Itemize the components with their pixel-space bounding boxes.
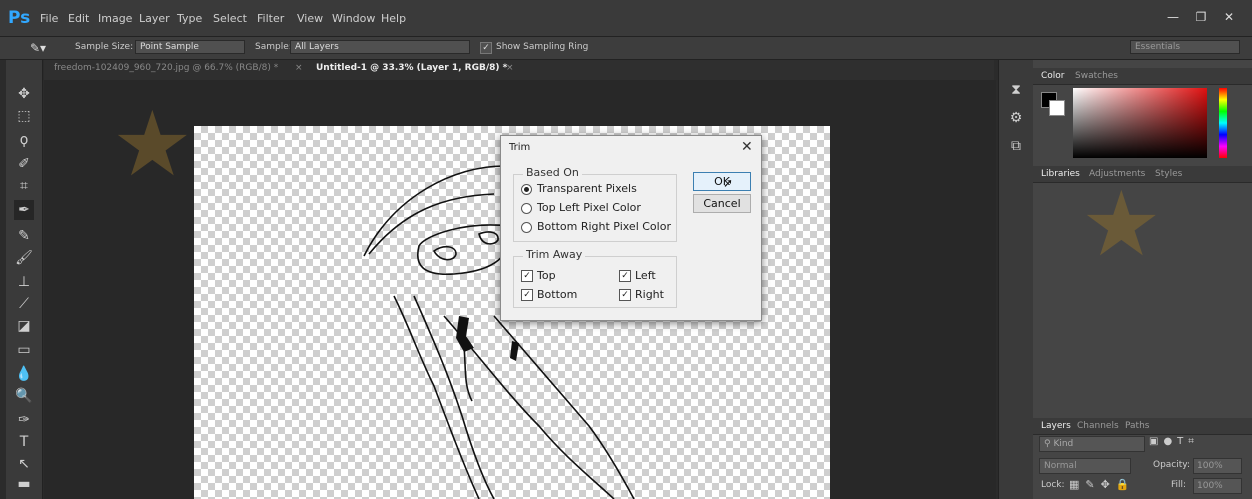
tab-paths[interactable]: Paths xyxy=(1125,421,1149,431)
healing-brush-icon[interactable]: ✎ xyxy=(14,226,34,246)
show-ring-label: Show Sampling Ring xyxy=(496,42,589,52)
crop-tool-icon[interactable]: ⌗ xyxy=(14,176,34,196)
radio-label[interactable]: Top Left Pixel Color xyxy=(537,201,641,214)
lock-label: Lock: xyxy=(1041,480,1065,490)
tab-close-icon[interactable]: × xyxy=(295,63,303,73)
sample-label: Sample: xyxy=(255,42,292,52)
workspace-select[interactable]: Essentials xyxy=(1130,40,1240,54)
photoshop-logo: Ps xyxy=(8,8,31,28)
brush-presets-icon[interactable]: ⧉ xyxy=(1006,136,1026,156)
checkbox-left[interactable]: ✓ xyxy=(619,270,631,282)
checkbox-right[interactable]: ✓ xyxy=(619,289,631,301)
tab-layers[interactable]: Layers xyxy=(1041,421,1071,431)
clone-stamp-icon[interactable]: ⊥ xyxy=(14,272,34,292)
tab-close-icon[interactable]: × xyxy=(506,63,514,73)
tab-untitled-1[interactable]: Untitled-1 @ 33.3% (Layer 1, RGB/8) * xyxy=(316,63,507,73)
radio-top-left-color[interactable] xyxy=(521,203,532,214)
eyedropper-tool-icon[interactable]: ✒ xyxy=(14,200,34,220)
menu-bar: Ps File Edit Image Layer Type Select Fil… xyxy=(0,0,1252,37)
menu-help[interactable]: Help xyxy=(381,12,406,25)
blur-tool-icon[interactable]: 💧 xyxy=(14,364,34,384)
menu-edit[interactable]: Edit xyxy=(68,12,89,25)
hue-slider[interactable] xyxy=(1219,88,1227,158)
radio-label[interactable]: Transparent Pixels xyxy=(537,182,637,195)
checkbox-label[interactable]: Top xyxy=(537,269,556,282)
tools-panel: ✥ ⬚ ϙ ✐ ⌗ ✒ ✎ 🖌 ⊥ ⟋ ◪ ▭ 💧 🔍 ✑ T ↖ ▬ xyxy=(6,60,43,499)
radio-bottom-right-color[interactable] xyxy=(521,222,532,233)
checkbox-label[interactable]: Right xyxy=(635,288,664,301)
fill-field[interactable]: 100% xyxy=(1193,478,1242,494)
kind-label: Kind xyxy=(1053,439,1074,449)
based-on-title: Based On xyxy=(523,166,582,179)
ok-button[interactable]: OK xyxy=(693,172,751,191)
trim-dialog: Trim ✕ Based On Transparent Pixels Top L… xyxy=(500,135,762,321)
sample-size-select[interactable]: Point Sample xyxy=(135,40,245,54)
tab-freedom-jpg[interactable]: freedom-102409_960_720.jpg @ 66.7% (RGB/… xyxy=(54,63,278,73)
layers-panel-header: Layers Channels Paths xyxy=(1033,418,1252,435)
color-spectrum[interactable] xyxy=(1073,88,1207,158)
options-bar: ✎▾ Sample Size: Point Sample Sample: All… xyxy=(0,37,1252,60)
tab-swatches[interactable]: Swatches xyxy=(1075,71,1118,81)
menu-type[interactable]: Type xyxy=(177,12,202,25)
restore-button[interactable]: ❐ xyxy=(1188,8,1214,26)
star-watermark-icon: ★ xyxy=(1081,172,1162,277)
eraser-tool-icon[interactable]: ◪ xyxy=(14,316,34,336)
menu-select[interactable]: Select xyxy=(213,12,247,25)
menu-window[interactable]: Window xyxy=(332,12,375,25)
minimize-button[interactable]: — xyxy=(1160,8,1186,26)
sample-select[interactable]: All Layers xyxy=(290,40,470,54)
properties-panel-icon[interactable]: ⚙ xyxy=(1006,108,1026,128)
tab-libraries[interactable]: Libraries xyxy=(1041,169,1080,179)
color-panel-header: Color Swatches xyxy=(1033,68,1252,85)
lock-icons[interactable]: ▦✎✥🔒 xyxy=(1069,478,1136,491)
close-icon[interactable]: ✕ xyxy=(741,139,753,155)
history-brush-icon[interactable]: ⟋ xyxy=(14,294,34,314)
close-window-button[interactable]: ✕ xyxy=(1216,8,1242,26)
checkbox-top[interactable]: ✓ xyxy=(521,270,533,282)
right-panels: Color Swatches Libraries Adjustments Sty… xyxy=(1033,60,1252,499)
dialog-title: Trim xyxy=(509,142,531,153)
type-tool-icon[interactable]: T xyxy=(14,432,34,452)
fill-label: Fill: xyxy=(1171,480,1187,490)
path-select-icon[interactable]: ↖ xyxy=(14,454,34,474)
radio-label[interactable]: Bottom Right Pixel Color xyxy=(537,220,671,233)
menu-layer[interactable]: Layer xyxy=(139,12,170,25)
radio-transparent-pixels[interactable] xyxy=(521,184,532,195)
gradient-tool-icon[interactable]: ▭ xyxy=(14,340,34,360)
menu-file[interactable]: File xyxy=(40,12,58,25)
tab-color[interactable]: Color xyxy=(1041,71,1065,81)
checkbox-label[interactable]: Left xyxy=(635,269,656,282)
menu-image[interactable]: Image xyxy=(98,12,132,25)
show-ring-checkbox[interactable]: ✓ xyxy=(480,42,492,54)
sample-size-label: Sample Size: xyxy=(75,42,134,52)
layer-kind-filter[interactable]: ⚲ Kind xyxy=(1039,436,1145,452)
dodge-tool-icon[interactable]: 🔍 xyxy=(14,386,34,406)
opacity-label: Opacity: xyxy=(1153,460,1190,470)
blend-mode-select[interactable]: Normal xyxy=(1039,458,1131,474)
background-swatch[interactable] xyxy=(1049,100,1065,116)
document-tabs: freedom-102409_960_720.jpg @ 66.7% (RGB/… xyxy=(44,60,994,80)
menu-view[interactable]: View xyxy=(297,12,323,25)
history-panel-icon[interactable]: ⧗ xyxy=(1006,80,1026,100)
lasso-tool-icon[interactable]: ϙ xyxy=(14,130,34,150)
marquee-tool-icon[interactable]: ⬚ xyxy=(14,106,34,126)
trim-away-title: Trim Away xyxy=(523,248,586,261)
cursor-icon: ➚ xyxy=(723,176,734,190)
star-watermark-icon: ★ xyxy=(112,92,193,197)
eyedropper-icon[interactable]: ✎▾ xyxy=(30,41,46,55)
menu-filter[interactable]: Filter xyxy=(257,12,284,25)
opacity-field[interactable]: 100% xyxy=(1193,458,1242,474)
checkbox-bottom[interactable]: ✓ xyxy=(521,289,533,301)
panel-dock-strip: ⧗ ⚙ ⧉ xyxy=(998,60,1033,499)
layer-filter-icons[interactable]: ▣●T⌗ xyxy=(1149,436,1199,447)
brush-tool-icon[interactable]: 🖌 xyxy=(14,248,34,268)
tab-channels[interactable]: Channels xyxy=(1077,421,1119,431)
checkbox-label[interactable]: Bottom xyxy=(537,288,577,301)
move-tool-icon[interactable]: ✥ xyxy=(14,84,34,104)
pen-tool-icon[interactable]: ✑ xyxy=(14,410,34,430)
cancel-button[interactable]: Cancel xyxy=(693,194,751,213)
quick-select-icon[interactable]: ✐ xyxy=(14,154,34,174)
rectangle-tool-icon[interactable]: ▬ xyxy=(14,474,34,494)
